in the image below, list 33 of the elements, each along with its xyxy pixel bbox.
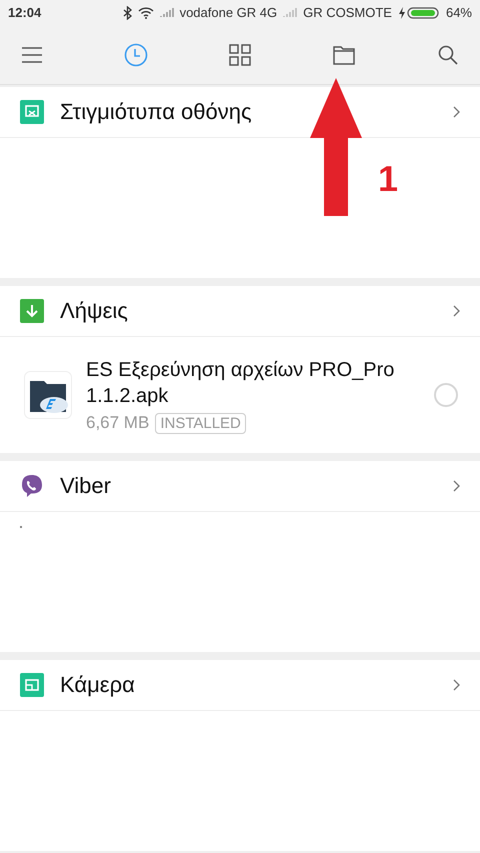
chevron-right-icon	[453, 305, 460, 317]
section-title: Κάμερα	[60, 672, 136, 698]
section-header[interactable]: Viber	[0, 461, 480, 512]
signal-icon	[283, 7, 298, 18]
carrier-name: GR COSMOTE	[303, 5, 392, 20]
signal-icon	[160, 7, 174, 18]
file-row[interactable]: ES Εξερεύνηση αρχείων PRO_Pro 1.1.2.apk 6,67 MB INSTALLED	[0, 337, 480, 453]
section-title: Viber	[60, 473, 112, 499]
search-icon	[438, 44, 458, 64]
bluetooth-icon	[122, 6, 132, 20]
carrier-name: vodafone GR 4G	[180, 5, 278, 20]
charging-battery-icon	[398, 6, 440, 20]
section-header[interactable]: Λήψεις	[0, 286, 480, 337]
dot-mark	[20, 526, 22, 528]
status-badge: INSTALLED	[155, 412, 246, 434]
section-header[interactable]: Κάμερα	[0, 660, 480, 711]
folder-icon	[333, 44, 355, 64]
annotation-number: 1	[378, 158, 398, 200]
chevron-right-icon	[453, 679, 460, 691]
section-title: Λήψεις	[60, 298, 129, 324]
battery-percent: 64%	[446, 5, 472, 20]
file-name: ES Εξερεύνηση αρχείων PRO_Pro 1.1.2.apk	[86, 358, 396, 408]
section-title: Στιγμιότυπα οθόνης	[60, 99, 253, 125]
grid-icon	[229, 44, 251, 66]
clock-icon	[124, 42, 148, 66]
app-icon	[24, 371, 72, 419]
wifi-icon	[138, 6, 154, 18]
clock-time: 12:04	[8, 5, 42, 20]
chevron-right-icon	[453, 106, 460, 118]
select-radio[interactable]	[434, 383, 458, 407]
menu-icon	[22, 46, 42, 62]
chevron-right-icon	[453, 480, 460, 492]
file-size: 6,67 MB	[86, 413, 150, 433]
